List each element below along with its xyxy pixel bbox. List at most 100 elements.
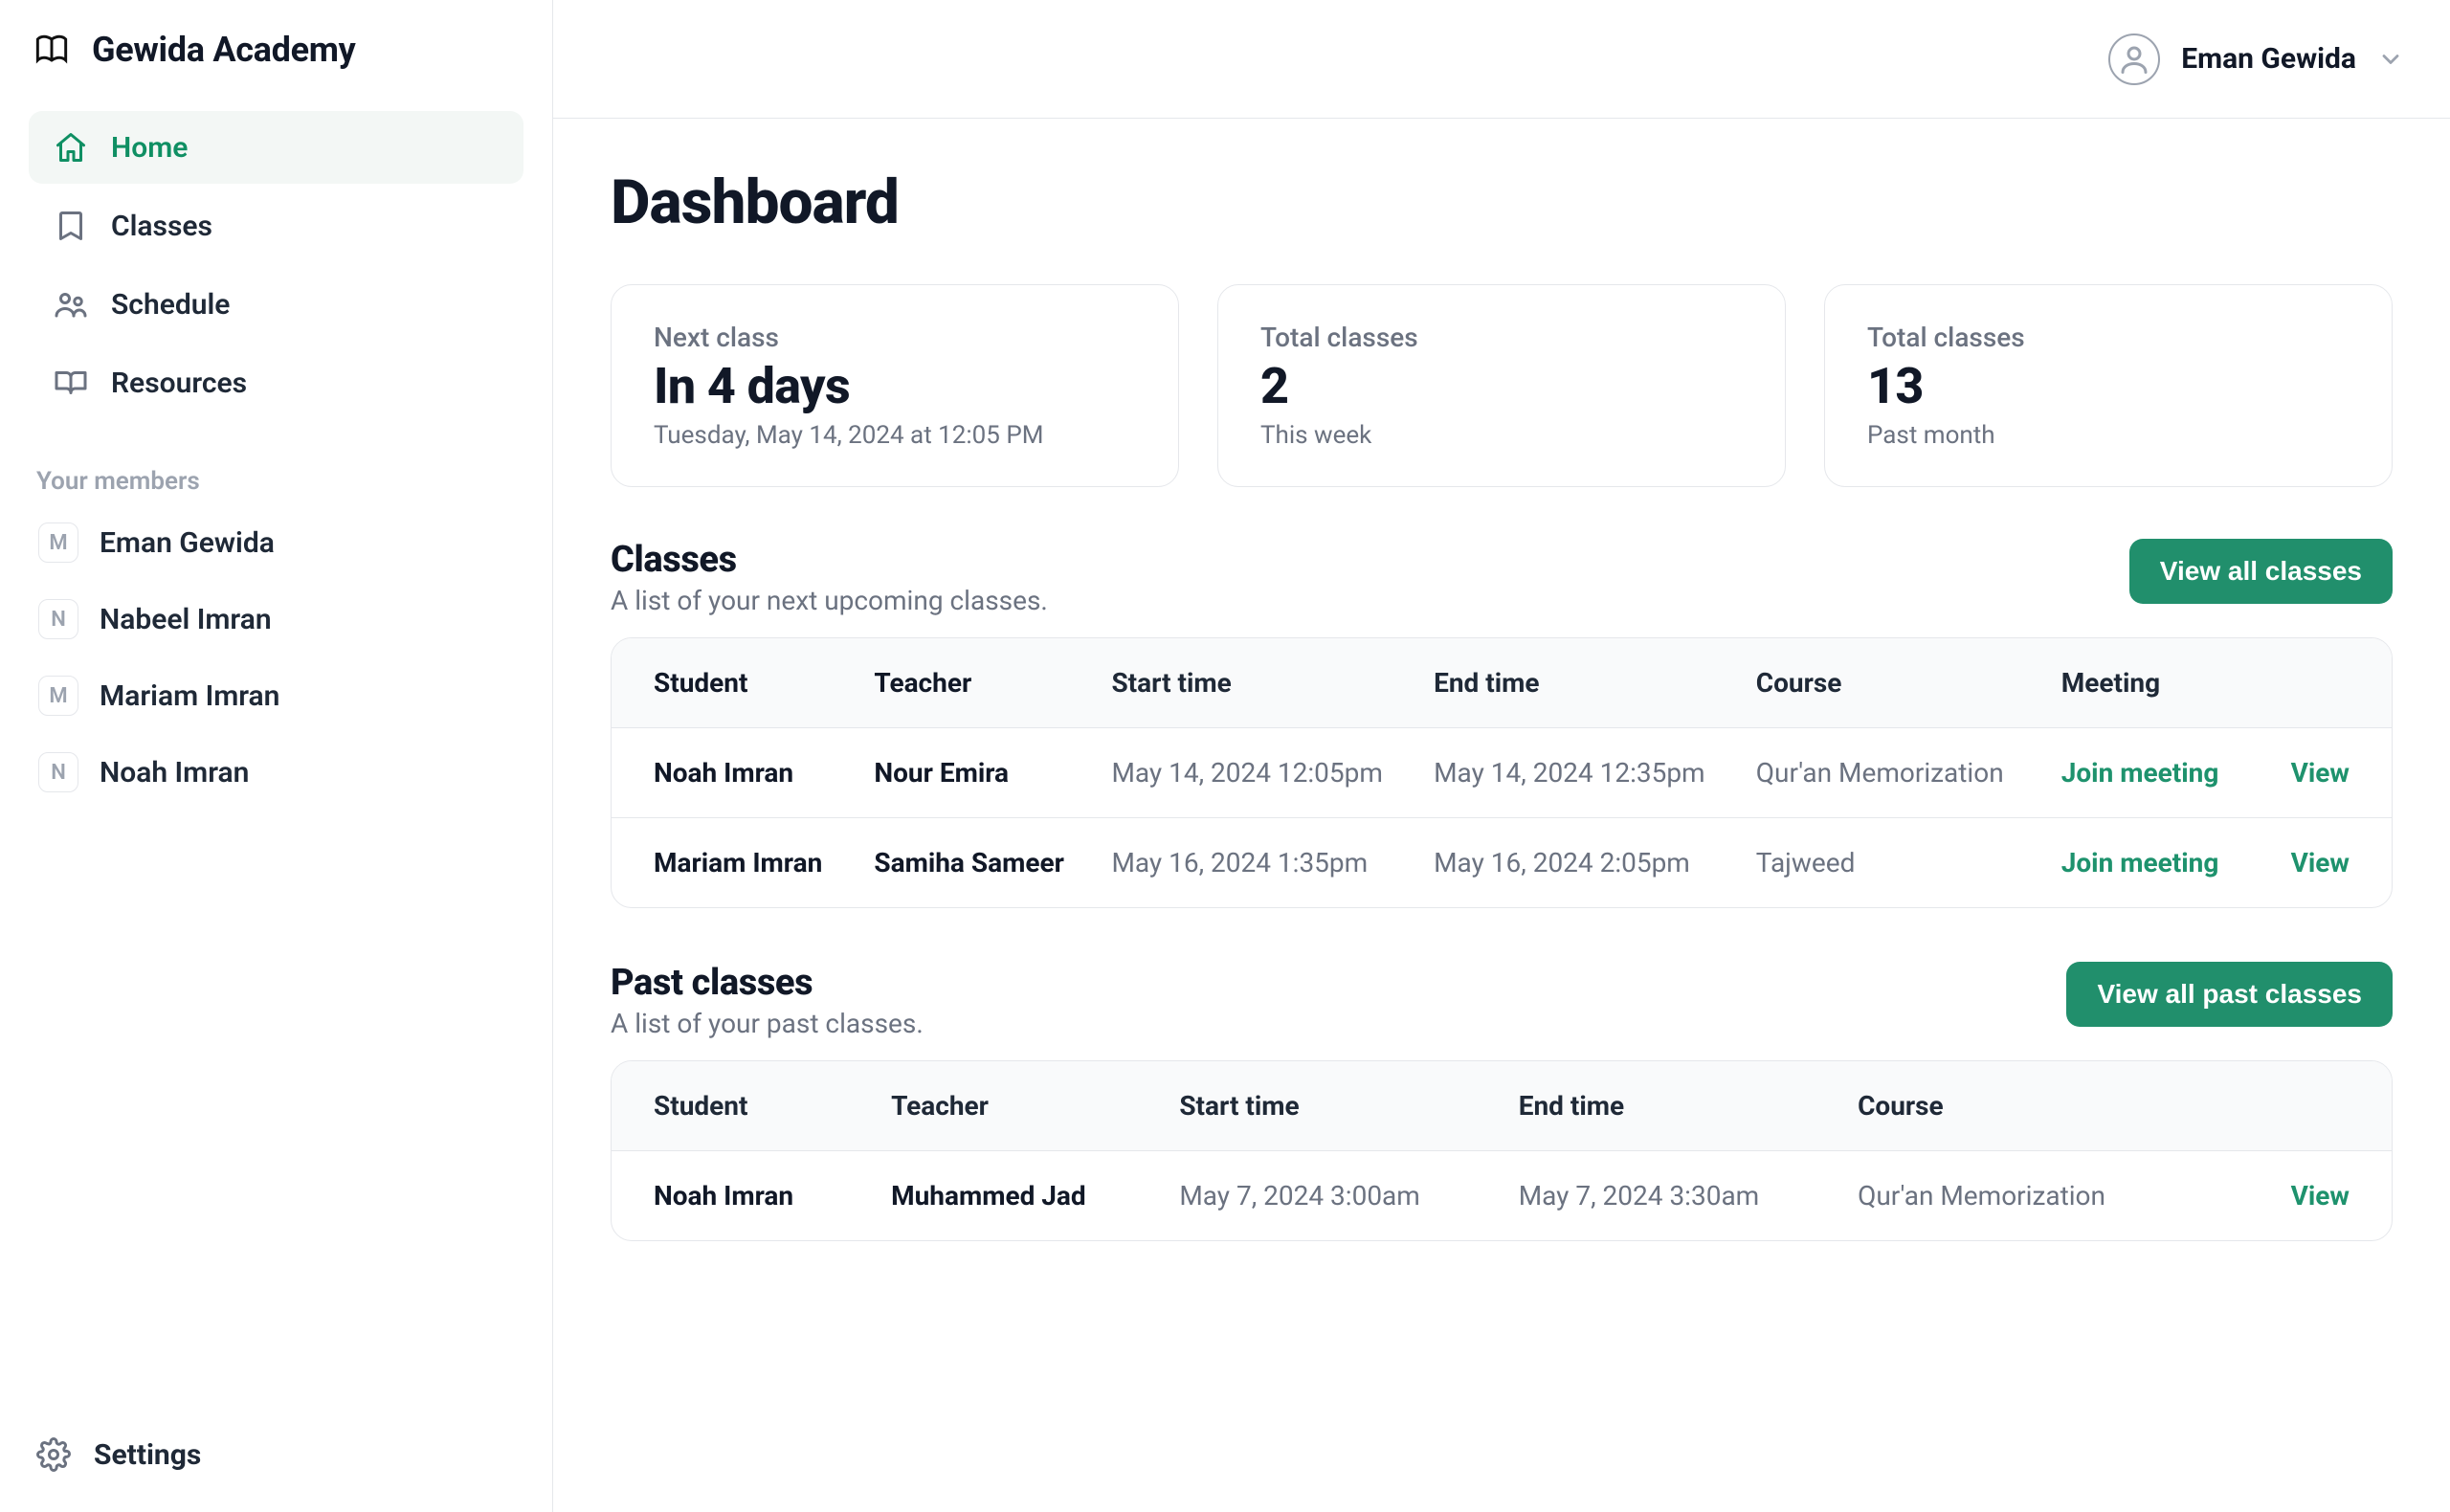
table-row: Mariam Imran Samiha Sameer May 16, 2024 … bbox=[612, 817, 2392, 907]
cell-end: May 14, 2024 12:35pm bbox=[1434, 757, 1756, 789]
table-header: Student Teacher Start time End time Cour… bbox=[612, 638, 2392, 727]
home-icon bbox=[52, 128, 90, 167]
cell-end: May 16, 2024 2:05pm bbox=[1434, 847, 1756, 878]
col-student: Student bbox=[654, 1090, 891, 1122]
brand-name: Gewida Academy bbox=[92, 30, 355, 70]
gear-icon bbox=[34, 1435, 73, 1474]
cell-start: May 16, 2024 1:35pm bbox=[1111, 847, 1434, 878]
stat-card-next-class: Next class In 4 days Tuesday, May 14, 20… bbox=[611, 284, 1179, 487]
nav: Home Classes Schedule Resources bbox=[29, 111, 523, 419]
nav-label: Schedule bbox=[111, 288, 230, 322]
view-link[interactable]: View bbox=[2291, 847, 2350, 878]
table-row: Noah Imran Muhammed Jad May 7, 2024 3:00… bbox=[612, 1150, 2392, 1240]
member-item[interactable]: M Mariam Imran bbox=[33, 666, 520, 725]
cell-teacher: Muhammed Jad bbox=[891, 1180, 1179, 1212]
member-name: Eman Gewida bbox=[100, 526, 275, 560]
view-link[interactable]: View bbox=[2291, 1180, 2350, 1212]
past-subtitle: A list of your past classes. bbox=[611, 1008, 924, 1039]
member-name: Noah Imran bbox=[100, 756, 249, 789]
col-end: End time bbox=[1434, 667, 1756, 699]
stat-value: 2 bbox=[1260, 357, 1743, 415]
settings-label: Settings bbox=[94, 1438, 201, 1472]
stat-value: In 4 days bbox=[654, 357, 1136, 415]
col-course: Course bbox=[1756, 667, 2061, 699]
nav-item-home[interactable]: Home bbox=[29, 111, 523, 184]
upcoming-title: Classes bbox=[611, 539, 1048, 581]
past-title: Past classes bbox=[611, 962, 924, 1004]
users-icon bbox=[52, 285, 90, 323]
nav-label: Classes bbox=[111, 210, 212, 243]
cell-student: Mariam Imran bbox=[654, 847, 874, 878]
view-all-classes-button[interactable]: View all classes bbox=[2129, 539, 2393, 604]
view-all-past-classes-button[interactable]: View all past classes bbox=[2066, 962, 2393, 1027]
brand-logo-icon bbox=[29, 27, 75, 73]
stat-sub: Past month bbox=[1867, 421, 2350, 450]
member-name: Mariam Imran bbox=[100, 679, 279, 713]
stat-sub: This week bbox=[1260, 421, 1743, 450]
stat-label: Total classes bbox=[1260, 322, 1743, 353]
sidebar: Gewida Academy Home Classes Schedule bbox=[0, 0, 553, 1512]
nav-item-schedule[interactable]: Schedule bbox=[29, 268, 523, 341]
avatar-chip: N bbox=[38, 752, 78, 792]
member-item[interactable]: M Eman Gewida bbox=[33, 513, 520, 572]
past-table: Student Teacher Start time End time Cour… bbox=[611, 1060, 2393, 1241]
col-end: End time bbox=[1519, 1090, 1858, 1122]
col-start: Start time bbox=[1179, 1090, 1518, 1122]
cell-start: May 14, 2024 12:05pm bbox=[1111, 757, 1434, 789]
user-name[interactable]: Eman Gewida bbox=[2181, 42, 2356, 76]
brand[interactable]: Gewida Academy bbox=[29, 27, 523, 73]
member-name: Nabeel Imran bbox=[100, 603, 272, 636]
cell-teacher: Samiha Sameer bbox=[874, 847, 1111, 878]
members-list: M Eman Gewida N Nabeel Imran M Mariam Im… bbox=[29, 513, 523, 802]
cell-student: Noah Imran bbox=[654, 1180, 891, 1212]
col-course: Course bbox=[1858, 1090, 2231, 1122]
upcoming-head: Classes A list of your next upcoming cla… bbox=[611, 539, 2393, 616]
stat-card-week-classes: Total classes 2 This week bbox=[1217, 284, 1786, 487]
col-teacher: Teacher bbox=[874, 667, 1111, 699]
stat-value: 13 bbox=[1867, 357, 2350, 415]
nav-item-classes[interactable]: Classes bbox=[29, 189, 523, 262]
col-teacher: Teacher bbox=[891, 1090, 1179, 1122]
content: Dashboard Next class In 4 days Tuesday, … bbox=[553, 119, 2450, 1289]
table-row: Noah Imran Nour Emira May 14, 2024 12:05… bbox=[612, 727, 2392, 817]
book-open-icon bbox=[52, 364, 90, 402]
member-item[interactable]: N Nabeel Imran bbox=[33, 589, 520, 649]
main: Eman Gewida Dashboard Next class In 4 da… bbox=[553, 0, 2450, 1512]
join-meeting-link[interactable]: Join meeting bbox=[2061, 757, 2219, 789]
col-student: Student bbox=[654, 667, 874, 699]
cell-start: May 7, 2024 3:00am bbox=[1179, 1180, 1518, 1212]
stat-label: Total classes bbox=[1867, 322, 2350, 353]
upcoming-subtitle: A list of your next upcoming classes. bbox=[611, 585, 1048, 616]
nav-label: Resources bbox=[111, 367, 247, 400]
cell-student: Noah Imran bbox=[654, 757, 874, 789]
table-header: Student Teacher Start time End time Cour… bbox=[612, 1061, 2392, 1150]
avatar-chip: N bbox=[38, 599, 78, 639]
col-meeting: Meeting bbox=[2061, 667, 2248, 699]
stat-card-month-classes: Total classes 13 Past month bbox=[1824, 284, 2393, 487]
upcoming-table: Student Teacher Start time End time Cour… bbox=[611, 637, 2393, 908]
view-link[interactable]: View bbox=[2291, 757, 2350, 789]
avatar-chip: M bbox=[38, 523, 78, 563]
nav-item-resources[interactable]: Resources bbox=[29, 346, 523, 419]
past-head: Past classes A list of your past classes… bbox=[611, 962, 2393, 1039]
avatar-chip: M bbox=[38, 676, 78, 716]
stats-row: Next class In 4 days Tuesday, May 14, 20… bbox=[611, 284, 2393, 487]
member-item[interactable]: N Noah Imran bbox=[33, 743, 520, 802]
members-section-label: Your members bbox=[36, 467, 516, 496]
col-start: Start time bbox=[1111, 667, 1434, 699]
join-meeting-link[interactable]: Join meeting bbox=[2061, 847, 2219, 878]
cell-teacher: Nour Emira bbox=[874, 757, 1111, 789]
cell-course: Tajweed bbox=[1756, 847, 2061, 878]
nav-item-settings[interactable]: Settings bbox=[29, 1426, 523, 1483]
page-title: Dashboard bbox=[611, 167, 2393, 238]
cell-course: Qur'an Memorization bbox=[1756, 757, 2061, 789]
topbar: Eman Gewida bbox=[553, 0, 2450, 119]
bookmark-icon bbox=[52, 207, 90, 245]
cell-end: May 7, 2024 3:30am bbox=[1519, 1180, 1858, 1212]
nav-label: Home bbox=[111, 131, 188, 165]
stat-sub: Tuesday, May 14, 2024 at 12:05 PM bbox=[654, 421, 1136, 450]
user-avatar-icon[interactable] bbox=[2108, 33, 2160, 85]
stat-label: Next class bbox=[654, 322, 1136, 353]
chevron-down-icon[interactable] bbox=[2377, 46, 2404, 73]
cell-course: Qur'an Memorization bbox=[1858, 1180, 2231, 1212]
